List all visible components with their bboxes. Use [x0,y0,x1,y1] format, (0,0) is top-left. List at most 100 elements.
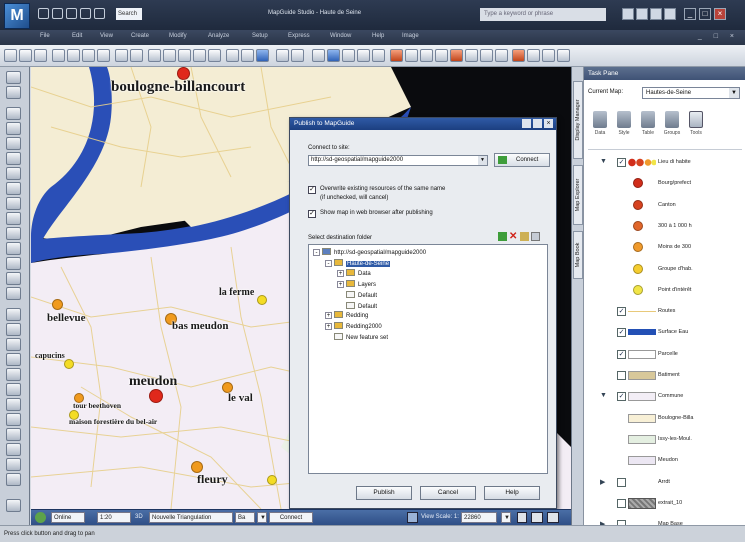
point-la-ferme[interactable] [257,295,267,305]
menu-create[interactable]: Create [131,33,149,39]
dialog-maximize-icon[interactable] [533,119,542,128]
markup-icon[interactable] [312,49,325,62]
zoom-window-icon[interactable] [178,49,191,62]
tree-expander-icon[interactable]: + [325,322,332,330]
draw-circle-icon[interactable] [6,152,21,165]
close-icon[interactable]: × [714,8,726,20]
help-search-input[interactable]: Type a keyword or phrase [480,8,606,21]
coord-system-box[interactable]: Nouvelle Triangulation [149,512,233,523]
tp-table-tool[interactable]: Table [636,111,660,136]
layer-item[interactable]: Batiment [584,368,745,383]
menu-analyze[interactable]: Analyze [208,33,229,39]
draw-arc-icon[interactable] [6,137,21,150]
quick-search-box[interactable]: Search [116,8,142,20]
binoculars-icon[interactable] [622,8,634,20]
layer-item[interactable]: extrait_10 [584,496,745,511]
layer-item[interactable]: ▶ Arrdt [584,475,745,490]
layer-visibility-checkbox[interactable] [617,371,626,380]
view-scale-dropdown-icon[interactable]: ▼ [501,512,511,523]
qnew-icon[interactable] [38,8,49,19]
insert-block-icon[interactable] [6,197,21,210]
point-bellevue[interactable] [52,299,63,310]
current-map-dropdown-icon[interactable]: ▼ [729,88,739,98]
tray-icon[interactable] [531,512,543,523]
view-3d-toggle[interactable]: 3D [135,512,143,523]
app-logo-icon[interactable]: M [4,3,30,29]
draw-ellipse-icon[interactable] [6,182,21,195]
destination-tree[interactable]: - http://sd-geospatial/mapguide2000- Haute… [308,244,548,474]
explode-icon[interactable] [6,473,21,486]
overwrite-checkbox[interactable]: ✓ [308,186,316,194]
layer-icon[interactable] [342,49,355,62]
query-icon[interactable] [357,49,370,62]
layer-item[interactable]: ▼ ✓ Lieu di habite [584,155,745,170]
drawing-mode-box[interactable]: Online [51,512,85,523]
layer-item[interactable]: ▼ ✓ Commune [584,389,745,404]
array-icon[interactable] [6,368,21,381]
layer-item[interactable]: ✓ Routes [584,304,745,319]
view-scale-value[interactable]: 22860 [461,512,497,523]
tab-map-book[interactable]: Map Book [573,231,583,279]
snap-icon[interactable] [6,499,21,512]
survey-icon[interactable] [527,49,540,62]
raster-icon[interactable] [542,49,555,62]
show-map-checkbox[interactable]: ✓ [308,210,316,218]
coordinate-icon[interactable] [480,49,493,62]
site-url-dropdown-icon[interactable]: ▼ [478,156,487,165]
publish-icon[interactable] [327,49,340,62]
layer-visibility-checkbox[interactable] [617,477,626,487]
layer-item[interactable]: ▶ Map Base [584,517,745,525]
map-view[interactable]: boulogne-billancourt la ferme bellevue b… [31,67,571,509]
tree-expander-icon[interactable]: - [313,249,320,256]
zoom-previous-icon[interactable] [193,49,206,62]
text-icon[interactable] [6,257,21,270]
point-unlabeled-1[interactable] [267,475,277,485]
design-center-icon[interactable] [241,49,254,62]
map-book-icon[interactable] [291,49,304,62]
connect-status[interactable]: Connect [269,512,313,523]
dialog-minimize-icon[interactable] [522,119,531,128]
theme-icon[interactable] [420,49,433,62]
scale-icon[interactable] [6,383,21,396]
layer-visibility-checkbox[interactable]: ✓ [617,307,626,317]
qopen-icon[interactable] [52,8,63,19]
collapse-icon[interactable]: ▼ [600,392,607,399]
tree-expander-icon[interactable]: + [325,312,332,319]
mirror-icon[interactable] [6,338,21,351]
trim-icon[interactable] [6,413,21,426]
copy-object-icon[interactable] [6,323,21,336]
layer-visibility-checkbox[interactable]: ✓ [617,328,626,338]
copy-icon[interactable] [67,49,80,62]
match-properties-icon[interactable] [97,49,110,62]
tab-display-manager[interactable]: Display Manager [573,81,583,159]
new-folder-icon[interactable] [498,232,507,241]
tool-palettes-icon[interactable] [256,49,269,62]
layer-item[interactable]: Point d'intérêt [584,283,745,298]
tree-expander-icon[interactable]: + [337,280,344,288]
tree-node[interactable]: + Redding [325,311,368,321]
zoom-realtime-icon[interactable] [163,49,176,62]
layer-item[interactable]: Meudon [584,453,745,468]
schema-icon[interactable] [495,49,508,62]
expand-icon[interactable]: ▶ [600,478,605,486]
comm-center-icon[interactable] [636,8,648,20]
clean-screen-icon[interactable] [547,512,559,523]
layer-item[interactable]: ✓ Surface Eau [584,325,745,340]
menu-window[interactable]: Window [330,33,351,39]
draw-rectangle-icon[interactable] [6,122,21,135]
maximize-icon[interactable]: □ [699,8,711,20]
menu-express[interactable]: Express [288,33,310,39]
qundo-icon[interactable] [80,8,91,19]
minimize-icon[interactable]: _ [684,8,696,20]
help-icon[interactable] [664,8,676,20]
offset-icon[interactable] [6,353,21,366]
tree-node[interactable]: New feature set [325,332,388,342]
dialog-title-bar[interactable]: Publish to MapGuide × [290,118,556,130]
topology-icon[interactable] [512,49,525,62]
point-meudon[interactable] [149,389,163,403]
tree-node[interactable]: + Data [337,269,371,279]
layer-visibility-checkbox[interactable] [617,498,626,508]
menu-modify[interactable]: Modify [169,33,187,39]
zoom-extents-icon[interactable] [208,49,221,62]
connect-button[interactable]: Connect [494,153,550,167]
